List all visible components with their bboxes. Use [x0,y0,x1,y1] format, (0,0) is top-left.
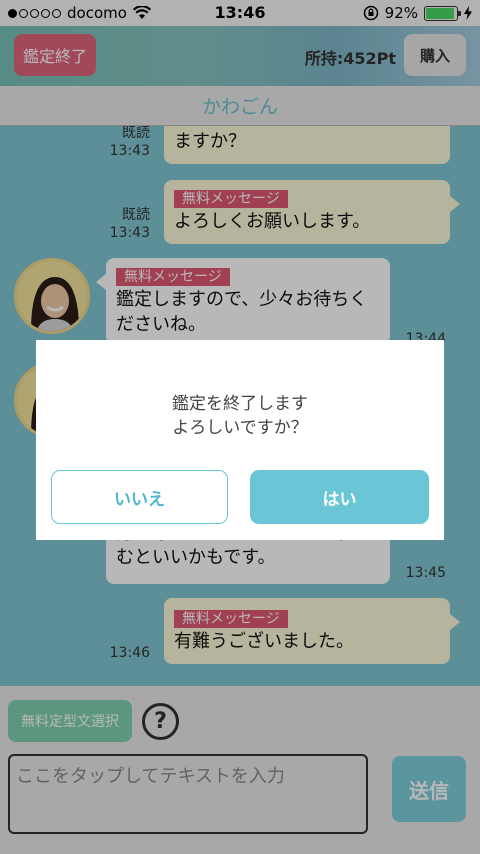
modal-overlay[interactable]: 鑑定を終了します よろしいですか？ いいえ はい [0,0,480,854]
dialog-message: 鑑定を終了します よろしいですか？ [36,392,444,440]
dialog-message-line1: 鑑定を終了します [172,394,308,414]
dialog-message-line2: よろしいですか？ [172,418,308,438]
confirm-dialog: 鑑定を終了します よろしいですか？ いいえ はい [36,340,444,540]
yes-button[interactable]: はい [250,470,429,524]
no-button[interactable]: いいえ [51,470,228,524]
